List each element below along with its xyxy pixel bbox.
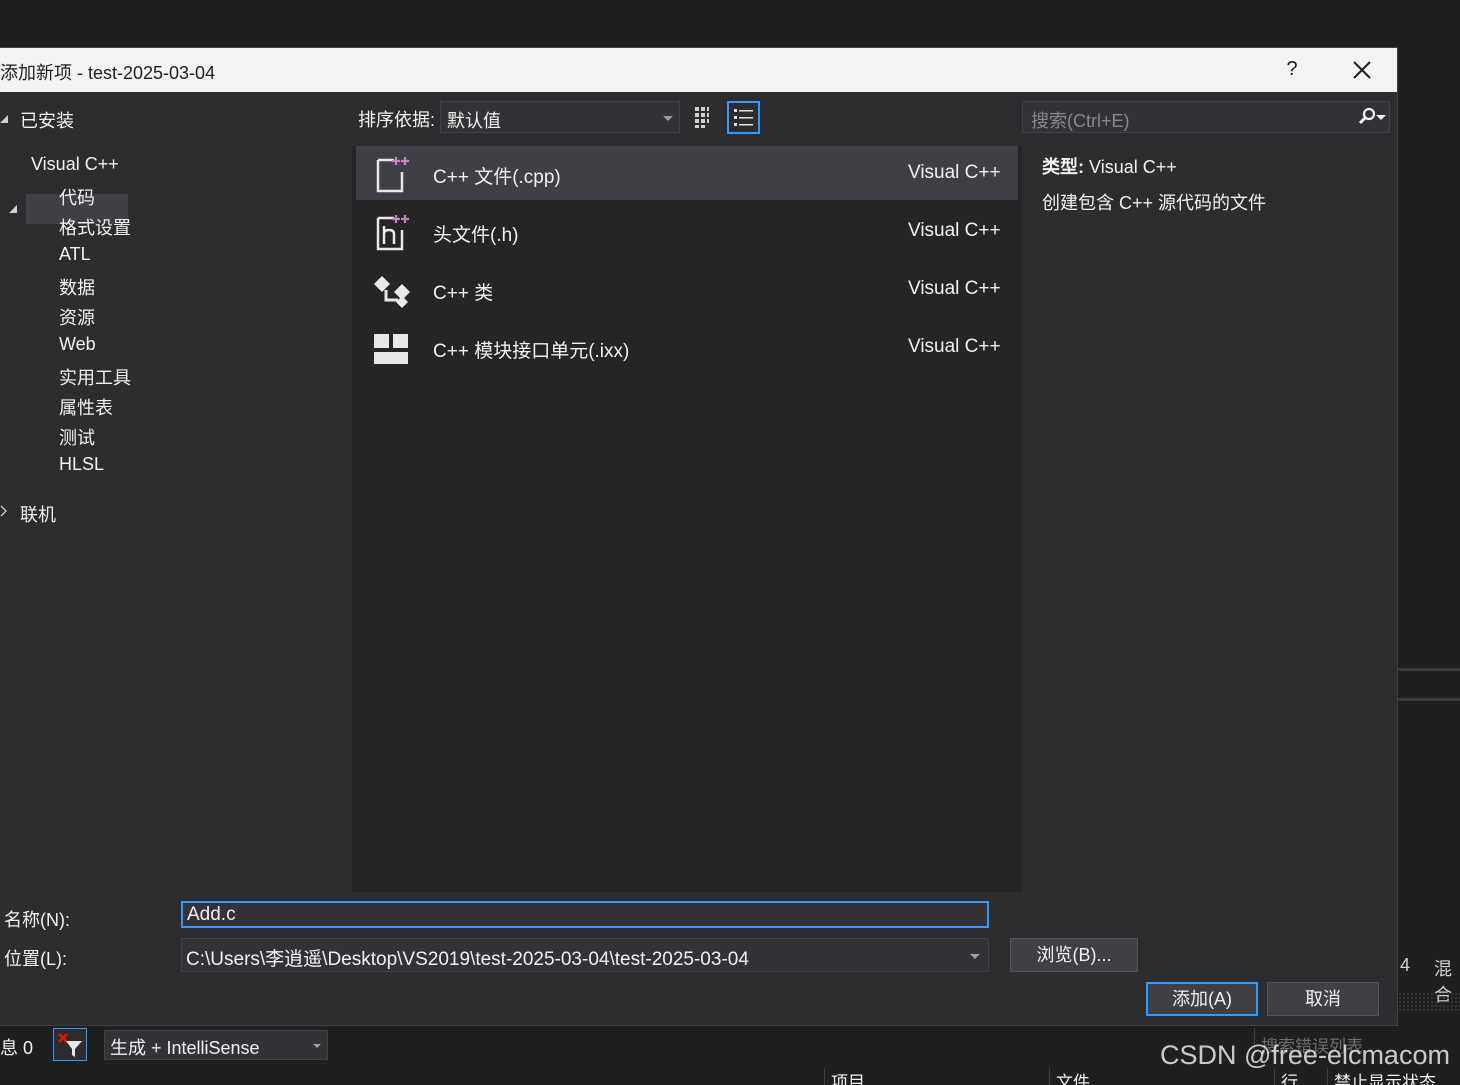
expanded-arrow-icon[interactable] bbox=[9, 204, 19, 214]
chevron-down-icon bbox=[663, 116, 673, 121]
background-column-fragment: 4 混合 bbox=[1398, 945, 1460, 1005]
item-description: 创建包含 C++ 源代码的文件 bbox=[1042, 193, 1267, 213]
search-icon[interactable] bbox=[1357, 107, 1377, 127]
details-view-button[interactable] bbox=[727, 101, 760, 134]
name-value: Add.c bbox=[187, 904, 236, 925]
list-item[interactable]: C++ 类 Visual C++ bbox=[356, 262, 1018, 316]
location-label: 位置(L): bbox=[4, 949, 67, 969]
search-input[interactable]: 搜索(Ctrl+E) bbox=[1022, 101, 1390, 133]
tree-item-property-sheets[interactable]: 属性表 bbox=[59, 394, 113, 420]
tree-item-data[interactable]: 数据 bbox=[59, 274, 95, 300]
expanded-arrow-icon[interactable] bbox=[0, 114, 10, 124]
tree-item-installed[interactable]: 已安装 bbox=[20, 107, 74, 133]
tree-item-visual-cpp[interactable]: Visual C++ bbox=[31, 154, 119, 175]
item-type-info: 类型: Visual C++ bbox=[1042, 153, 1177, 179]
sort-dropdown[interactable]: 默认值 bbox=[440, 101, 680, 133]
tree-item-hlsl[interactable]: HLSL bbox=[59, 454, 104, 475]
item-name: 头文件(.h) bbox=[433, 225, 519, 246]
background-divider bbox=[1398, 668, 1460, 671]
item-language: Visual C++ bbox=[908, 220, 1001, 241]
tree-item-code[interactable]: 代码 bbox=[59, 184, 95, 210]
name-field[interactable]: Add.c bbox=[181, 901, 989, 928]
background-number: 4 bbox=[1400, 955, 1411, 975]
item-language: Visual C++ bbox=[908, 336, 1001, 357]
browse-button[interactable]: 浏览(B)... bbox=[1010, 938, 1138, 972]
cpp-class-icon bbox=[374, 276, 410, 308]
location-value: C:\Users\李逍遥\Desktop\VS2019\test-2025-03… bbox=[186, 949, 749, 970]
add-new-item-dialog: 添加新项 - test-2025-03-04 ? 已安装 Visual C++ … bbox=[0, 47, 1398, 1026]
list-item[interactable]: C++ 文件(.cpp) Visual C++ bbox=[356, 146, 1018, 200]
search-placeholder: 搜索(Ctrl+E) bbox=[1031, 111, 1130, 131]
tree-item-atl[interactable]: ATL bbox=[59, 244, 91, 265]
list-item[interactable]: C++ 模块接口单元(.ixx) Visual C++ bbox=[356, 320, 1018, 374]
add-button[interactable]: 添加(A) bbox=[1146, 982, 1258, 1016]
item-name: C++ 文件(.cpp) bbox=[433, 167, 561, 188]
item-name: C++ 模块接口单元(.ixx) bbox=[433, 341, 630, 362]
error-filter-button[interactable] bbox=[53, 1028, 87, 1061]
sort-label: 排序依据: bbox=[358, 110, 436, 130]
dialog-title: 添加新项 - test-2025-03-04 bbox=[0, 63, 216, 83]
item-language: Visual C++ bbox=[908, 278, 1001, 299]
type-value: Visual C++ bbox=[1089, 157, 1177, 177]
background-divider bbox=[1398, 698, 1460, 701]
background-resize-grip bbox=[1398, 992, 1460, 1012]
tree-item-utility[interactable]: 实用工具 bbox=[59, 364, 131, 390]
build-filter-dropdown[interactable]: 生成 + IntelliSense bbox=[104, 1030, 328, 1060]
collapsed-arrow-icon[interactable] bbox=[0, 505, 8, 517]
sort-value: 默认值 bbox=[447, 111, 501, 131]
cancel-button[interactable]: 取消 bbox=[1267, 982, 1379, 1016]
module-unit-icon bbox=[374, 334, 408, 364]
template-tree: 已安装 Visual C++ 代码 格式设置 ATL 数据 资源 Web 实用工… bbox=[0, 92, 352, 892]
header-file-icon bbox=[376, 215, 409, 251]
list-item[interactable]: 头文件(.h) Visual C++ bbox=[356, 204, 1018, 258]
cpp-file-icon bbox=[374, 157, 409, 193]
close-button[interactable] bbox=[1348, 56, 1376, 84]
name-label: 名称(N): bbox=[4, 910, 70, 930]
close-icon bbox=[1353, 61, 1371, 79]
small-icons-view-button[interactable] bbox=[690, 101, 720, 133]
location-field[interactable]: C:\Users\李逍遥\Desktop\VS2019\test-2025-03… bbox=[181, 938, 989, 972]
chevron-down-icon bbox=[313, 1044, 321, 1048]
search-options-dropdown[interactable] bbox=[1376, 115, 1386, 120]
filter-icon bbox=[58, 1033, 82, 1057]
help-button[interactable]: ? bbox=[1280, 58, 1304, 82]
grid-view-icon bbox=[695, 107, 709, 128]
tree-item-online[interactable]: 联机 bbox=[20, 501, 56, 527]
tree-item-web[interactable]: Web bbox=[59, 334, 96, 355]
watermark: CSDN @free-elcmacom bbox=[1160, 1040, 1450, 1070]
tree-item-formatting[interactable]: 格式设置 bbox=[59, 214, 131, 240]
column-header-project[interactable]: 项目 bbox=[824, 1068, 865, 1085]
column-header-file[interactable]: 文件 bbox=[1049, 1068, 1090, 1085]
dialog-titlebar: 添加新项 - test-2025-03-04 ? bbox=[0, 48, 1397, 92]
template-list: C++ 文件(.cpp) Visual C++ 头文件(.h) Visual C… bbox=[352, 146, 1022, 892]
tree-item-test[interactable]: 测试 bbox=[59, 424, 95, 450]
type-label: 类型: bbox=[1042, 157, 1084, 177]
list-view-icon bbox=[734, 109, 753, 126]
item-language: Visual C++ bbox=[908, 162, 1001, 183]
chevron-down-icon[interactable] bbox=[970, 954, 980, 959]
messages-count[interactable]: 息 0 bbox=[0, 1034, 33, 1060]
item-name: C++ 类 bbox=[433, 283, 494, 304]
tree-item-resources[interactable]: 资源 bbox=[59, 304, 95, 330]
build-filter-value: 生成 + IntelliSense bbox=[110, 1038, 260, 1058]
